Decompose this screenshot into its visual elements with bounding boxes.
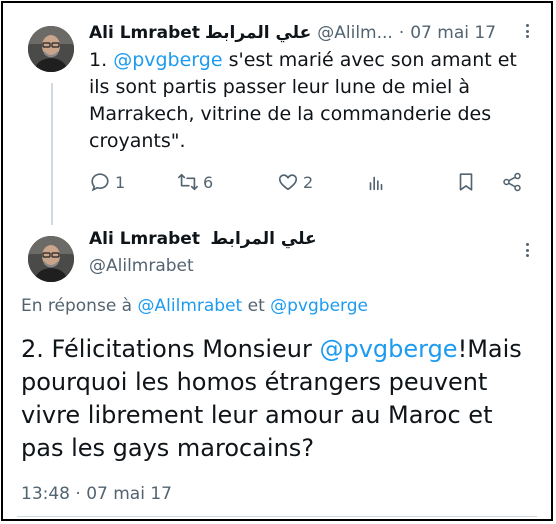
mention-link[interactable]: @pvgberge	[113, 49, 222, 71]
retweet-icon	[178, 173, 198, 191]
tweet-text-start: 2. Félicitations Monsieur	[21, 335, 320, 363]
retweet-count: 6	[203, 172, 214, 192]
tweet-header: Ali Lmrabet علي المرابط	[89, 229, 317, 249]
reply-icon	[91, 173, 109, 192]
avatar[interactable]	[28, 236, 74, 282]
mention-link[interactable]: @pvgberge	[319, 335, 457, 363]
avatar-photo	[28, 236, 74, 282]
bar-chart-icon	[369, 176, 383, 191]
reply-prefix: En réponse à	[21, 296, 138, 316]
author-handle[interactable]: @Alilmrabet	[89, 256, 194, 276]
author-handle[interactable]: @Alilm...	[317, 23, 393, 43]
reply-mention-link[interactable]: @pvgberge	[270, 296, 368, 316]
avatar[interactable]	[28, 26, 74, 72]
more-icon[interactable]	[521, 243, 533, 257]
tweet-screenshot-frame: Ali Lmrabet علي المرابط @Alilm... · 07 m…	[1, 1, 553, 521]
like-count: 2	[303, 172, 314, 192]
like-button[interactable]: 2	[277, 171, 313, 193]
avatar-photo	[28, 26, 74, 72]
author-name[interactable]: Ali Lmrabet	[89, 229, 200, 249]
reply-count: 1	[115, 172, 126, 192]
reply-and: et	[242, 296, 271, 316]
bookmark-button[interactable]	[455, 171, 477, 193]
views-button[interactable]	[365, 171, 387, 193]
separator-dot: ·	[398, 23, 405, 43]
author-name[interactable]: Ali Lmrabet	[89, 23, 200, 43]
tweet-number: 1.	[89, 49, 108, 71]
reply-button[interactable]: 1	[89, 171, 125, 193]
tweet-text: 2. Félicitations Monsieur @pvgberge!Mais…	[21, 333, 541, 465]
author-name-arabic[interactable]: علي المرابط	[205, 23, 311, 43]
share-button[interactable]	[501, 171, 523, 193]
share-icon	[503, 172, 521, 192]
reply-context: En réponse à @Alilmrabet et @pvgberge	[21, 296, 368, 316]
tweet-actions: 1 6 2	[89, 171, 529, 201]
reply-mention-link[interactable]: @Alilmrabet	[138, 296, 243, 316]
thread-connector-line	[51, 83, 53, 225]
tweet-date[interactable]: 07 mai 17	[410, 23, 496, 43]
tweet-text: 1. @pvgberge s'est marié avec son amant …	[89, 47, 539, 155]
heart-icon	[278, 174, 298, 191]
more-icon[interactable]	[521, 24, 533, 38]
tweet-timestamp[interactable]: 13:48 · 07 mai 17	[21, 484, 172, 504]
divider	[17, 516, 537, 517]
author-name-arabic[interactable]: علي المرابط	[210, 229, 316, 249]
retweet-button[interactable]: 6	[177, 171, 213, 193]
tweet-header: Ali Lmrabet علي المرابط @Alilm... · 07 m…	[89, 21, 529, 45]
bookmark-icon	[459, 173, 473, 191]
